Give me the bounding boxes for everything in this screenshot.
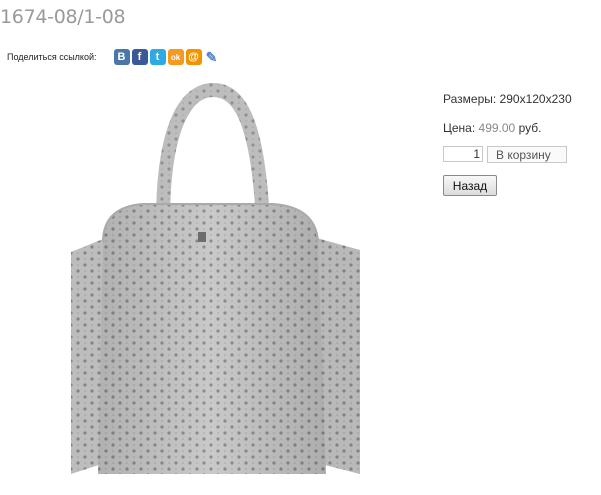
- quantity-input[interactable]: [443, 146, 483, 162]
- price-value: 499.00: [478, 121, 516, 135]
- add-to-cart-button[interactable]: В корзину: [487, 146, 567, 163]
- mailru-icon[interactable]: @: [185, 49, 202, 65]
- price-row: Цена: 499.00 руб.: [443, 121, 541, 135]
- size-label: Размеры:: [443, 92, 497, 106]
- product-image[interactable]: [68, 82, 414, 490]
- share-label: Поделиться ссылкой:: [7, 52, 97, 62]
- livejournal-icon[interactable]: ✎: [203, 49, 220, 65]
- back-button[interactable]: Назад: [443, 175, 497, 196]
- odnoklassniki-icon[interactable]: ok: [167, 49, 184, 65]
- facebook-icon[interactable]: f: [131, 49, 148, 65]
- product-code-title: 1674-08/1-08: [0, 6, 126, 28]
- share-icons: B f t ok @ ✎: [113, 49, 220, 65]
- share-bar: Поделиться ссылкой: B f t ok @ ✎: [7, 48, 220, 66]
- bag-logo-plate: [198, 232, 206, 242]
- size-row: Размеры: 290x120x230: [443, 92, 572, 106]
- vkontakte-icon[interactable]: B: [113, 49, 130, 65]
- price-label: Цена:: [443, 121, 476, 135]
- size-value: 290x120x230: [499, 92, 572, 106]
- twitter-icon[interactable]: t: [149, 49, 166, 65]
- currency-label: руб.: [518, 121, 542, 135]
